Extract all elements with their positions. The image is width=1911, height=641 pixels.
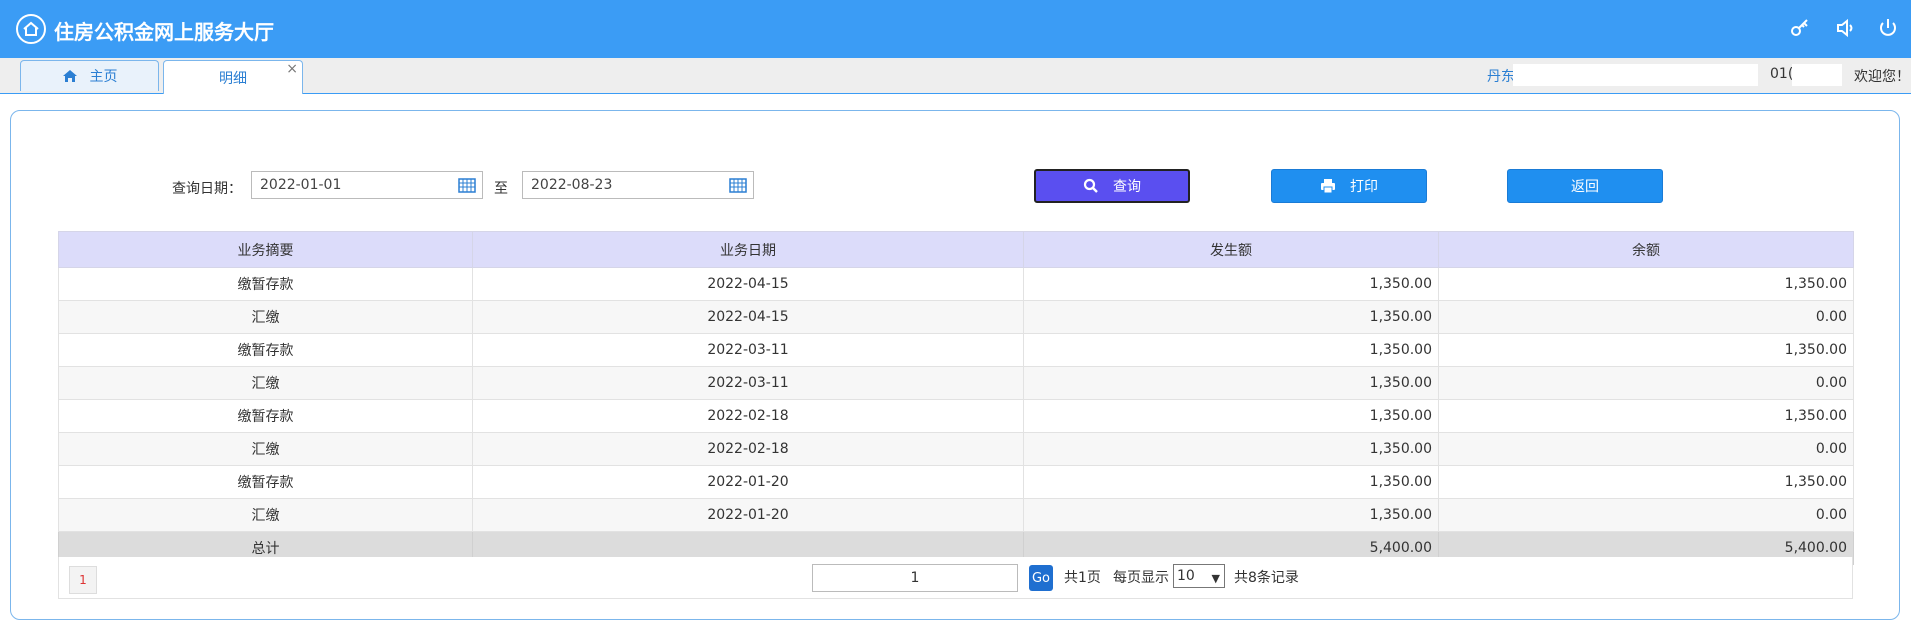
per-page-value: 10 — [1177, 568, 1195, 584]
to-label: 至 — [494, 181, 508, 197]
search-icon — [1083, 178, 1098, 193]
chevron-down-icon: ▼ — [1211, 572, 1220, 585]
start-date-value: 2022-01-01 — [260, 177, 342, 193]
redaction-mask — [1513, 64, 1758, 86]
date-label: 查询日期： — [172, 181, 242, 197]
calendar-icon[interactable] — [729, 177, 747, 193]
cell-date: 2022-02-18 — [472, 432, 1024, 466]
key-icon[interactable] — [1788, 16, 1812, 40]
table-row[interactable]: 缴暂存款 2022-02-18 1,350.00 1,350.00 — [58, 399, 1854, 433]
print-button-label: 打印 — [1350, 179, 1378, 195]
cell-date: 2022-01-20 — [472, 465, 1024, 499]
cell-summary: 缴暂存款 — [58, 333, 473, 367]
cell-balance: 1,350.00 — [1438, 267, 1854, 301]
table-row[interactable]: 汇缴 2022-01-20 1,350.00 0.00 — [58, 498, 1854, 532]
table-row[interactable]: 汇缴 2022-04-15 1,350.00 0.00 — [58, 300, 1854, 334]
column-header[interactable]: 余额 — [1438, 231, 1854, 268]
cell-summary: 汇缴 — [58, 366, 473, 400]
home-icon — [62, 70, 77, 82]
page-input[interactable]: 1 — [812, 564, 1018, 592]
back-button[interactable]: 返回 — [1507, 169, 1663, 203]
cell-amount: 1,350.00 — [1023, 366, 1439, 400]
table-row[interactable]: 汇缴 2022-02-18 1,350.00 0.00 — [58, 432, 1854, 466]
cell-balance: 0.00 — [1438, 498, 1854, 532]
close-icon[interactable]: × — [286, 62, 298, 76]
redaction-mask — [1792, 64, 1842, 86]
column-header[interactable]: 业务日期 — [472, 231, 1024, 268]
cell-summary: 汇缴 — [58, 300, 473, 334]
column-header[interactable]: 发生额 — [1023, 231, 1439, 268]
power-icon[interactable] — [1876, 16, 1900, 40]
cell-date: 2022-01-20 — [472, 498, 1024, 532]
end-date-input[interactable]: 2022-08-23 — [522, 171, 754, 199]
calendar-icon[interactable] — [458, 177, 476, 193]
cell-balance: 1,350.00 — [1438, 465, 1854, 499]
cell-amount: 1,350.00 — [1023, 333, 1439, 367]
total-records-text: 共8条记录 — [1234, 570, 1299, 586]
cell-amount: 1,350.00 — [1023, 498, 1439, 532]
cell-amount: 1,350.00 — [1023, 399, 1439, 433]
pagination-bar: 1 1 Go 共1页 每页显示 10 ▼ 共8条记录 — [58, 557, 1853, 599]
tab-home-label: 主页 — [89, 69, 118, 85]
search-button[interactable]: 查询 — [1034, 169, 1190, 203]
per-page-label: 每页显示 — [1113, 570, 1169, 586]
tab-home[interactable]: 主页 — [20, 60, 159, 91]
print-button[interactable]: 打印 — [1271, 169, 1427, 203]
app-title: 住房公积金网上服务大厅 — [54, 20, 274, 44]
cell-date: 2022-02-18 — [472, 399, 1024, 433]
top-bar: 住房公积金网上服务大厅 — [0, 0, 1911, 58]
tab-detail-label: 明细 — [219, 70, 247, 87]
cell-summary: 缴暂存款 — [58, 399, 473, 433]
cell-balance: 0.00 — [1438, 432, 1854, 466]
table-row[interactable]: 汇缴 2022-03-11 1,350.00 0.00 — [58, 366, 1854, 400]
cell-amount: 1,350.00 — [1023, 300, 1439, 334]
cell-date: 2022-04-15 — [472, 300, 1024, 334]
cell-amount: 1,350.00 — [1023, 432, 1439, 466]
cell-summary: 缴暂存款 — [58, 465, 473, 499]
cell-summary: 汇缴 — [58, 432, 473, 466]
cell-balance: 0.00 — [1438, 300, 1854, 334]
table-row[interactable]: 缴暂存款 2022-01-20 1,350.00 1,350.00 — [58, 465, 1854, 499]
home-logo-icon — [16, 14, 46, 44]
table-row[interactable]: 缴暂存款 2022-03-11 1,350.00 1,350.00 — [58, 333, 1854, 367]
printer-icon — [1321, 179, 1335, 194]
search-button-label: 查询 — [1113, 179, 1141, 195]
go-button[interactable]: Go — [1029, 565, 1053, 591]
page-number-button[interactable]: 1 — [69, 566, 97, 594]
table-header-row: 业务摘要 业务日期 发生额 余额 — [58, 231, 1854, 268]
total-pages-text: 共1页 — [1064, 570, 1101, 586]
start-date-input[interactable]: 2022-01-01 — [251, 171, 483, 199]
back-button-label: 返回 — [1571, 179, 1599, 195]
end-date-value: 2022-08-23 — [531, 177, 613, 193]
welcome-text: 欢迎您！ — [1854, 69, 1910, 85]
tab-detail[interactable]: 明细 × — [163, 60, 303, 94]
detail-table: 业务摘要 业务日期 发生额 余额 缴暂存款 2022-04-15 1,350.0… — [58, 231, 1854, 565]
speaker-icon[interactable] — [1834, 16, 1858, 40]
user-account: 01( — [1770, 66, 1794, 82]
cell-amount: 1,350.00 — [1023, 465, 1439, 499]
table-row[interactable]: 缴暂存款 2022-04-15 1,350.00 1,350.00 — [58, 267, 1854, 301]
cell-date: 2022-04-15 — [472, 267, 1024, 301]
cell-balance: 1,350.00 — [1438, 333, 1854, 367]
per-page-select[interactable]: 10 ▼ — [1173, 564, 1225, 588]
user-name: 丹东 — [1487, 69, 1515, 85]
cell-balance: 0.00 — [1438, 366, 1854, 400]
cell-balance: 1,350.00 — [1438, 399, 1854, 433]
cell-date: 2022-03-11 — [472, 366, 1024, 400]
column-header[interactable]: 业务摘要 — [58, 231, 473, 268]
cell-summary: 汇缴 — [58, 498, 473, 532]
cell-amount: 1,350.00 — [1023, 267, 1439, 301]
cell-summary: 缴暂存款 — [58, 267, 473, 301]
cell-date: 2022-03-11 — [472, 333, 1024, 367]
